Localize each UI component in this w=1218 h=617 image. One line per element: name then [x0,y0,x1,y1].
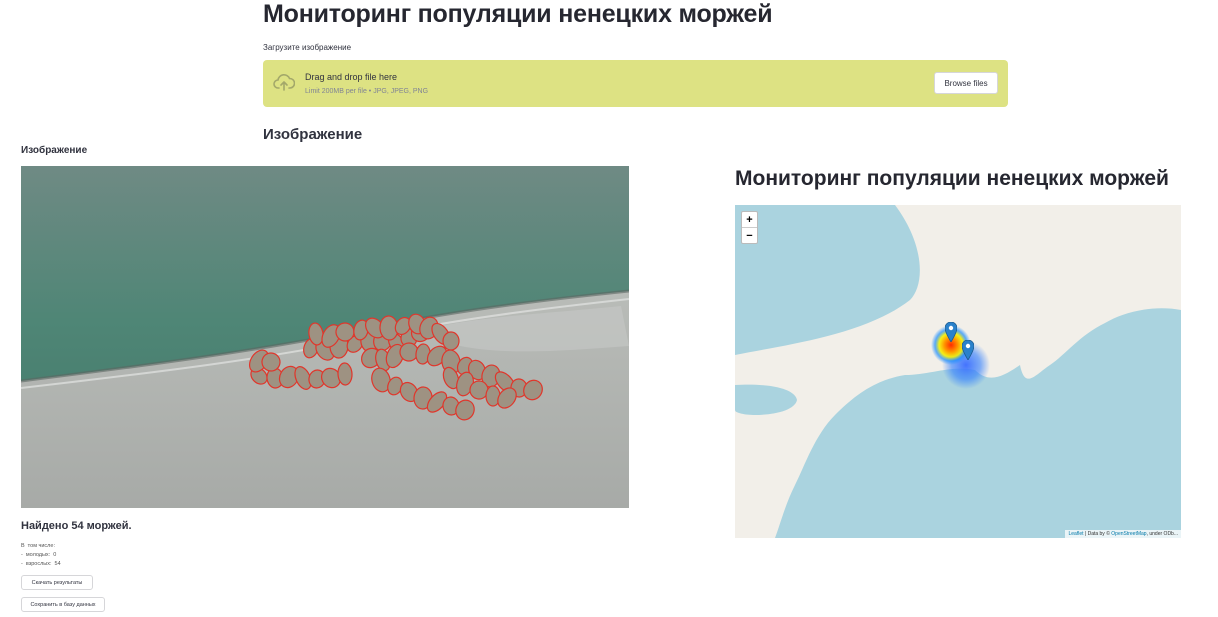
stats-row-total: Втом числе: [21,543,55,549]
download-results-button[interactable]: Скачать результаты [21,575,93,590]
save-to-db-button[interactable]: Сохранить в базу данных [21,597,105,612]
section-heading: Изображение [263,126,363,143]
walrus-detection [442,331,460,351]
zoom-out-button[interactable]: − [742,228,757,244]
osm-link[interactable]: OpenStreetMap [1111,531,1146,537]
map-title: Мониторинг популяции ненецких моржей [735,167,1169,190]
image-caption: Изображение [21,145,88,156]
walrus-photo [21,166,629,508]
browse-files-button[interactable]: Browse files [934,72,998,94]
dropzone-limit: Limit 200MB per file • JPG, JPEG, PNG [305,88,429,95]
zoom-control: + − [741,211,758,244]
stats-row-adult: - взрослых: 54 [21,561,61,567]
heatmap-layer [931,325,990,389]
zoom-in-button[interactable]: + [742,212,757,228]
walrus-detection [337,362,353,386]
dropzone-title: Drag and drop file here [305,72,398,82]
map-attribution: Leaflet | Data by © OpenStreetMap, under… [1065,530,1181,538]
found-count-text: Найдено 54 моржей. [21,520,132,532]
stats-list: Втом числе: - молодых: 0 - взрослых: 54 [21,542,61,569]
map-pin-icon[interactable] [961,339,975,365]
upload-label: Загрузите изображение [263,43,352,52]
stats-row-young: - молодых: 0 [21,552,57,558]
file-dropzone[interactable]: Drag and drop file here Limit 200MB per … [263,60,1008,107]
leaflet-link[interactable]: Leaflet [1068,531,1083,537]
cloud-upload-icon [273,73,296,93]
leaflet-map[interactable]: + − Leaflet | Data by © OpenStreetMap, u… [735,205,1181,538]
map-pin-icon[interactable] [944,321,958,347]
page-title: Мониторинг популяции ненецких моржей [263,0,773,28]
